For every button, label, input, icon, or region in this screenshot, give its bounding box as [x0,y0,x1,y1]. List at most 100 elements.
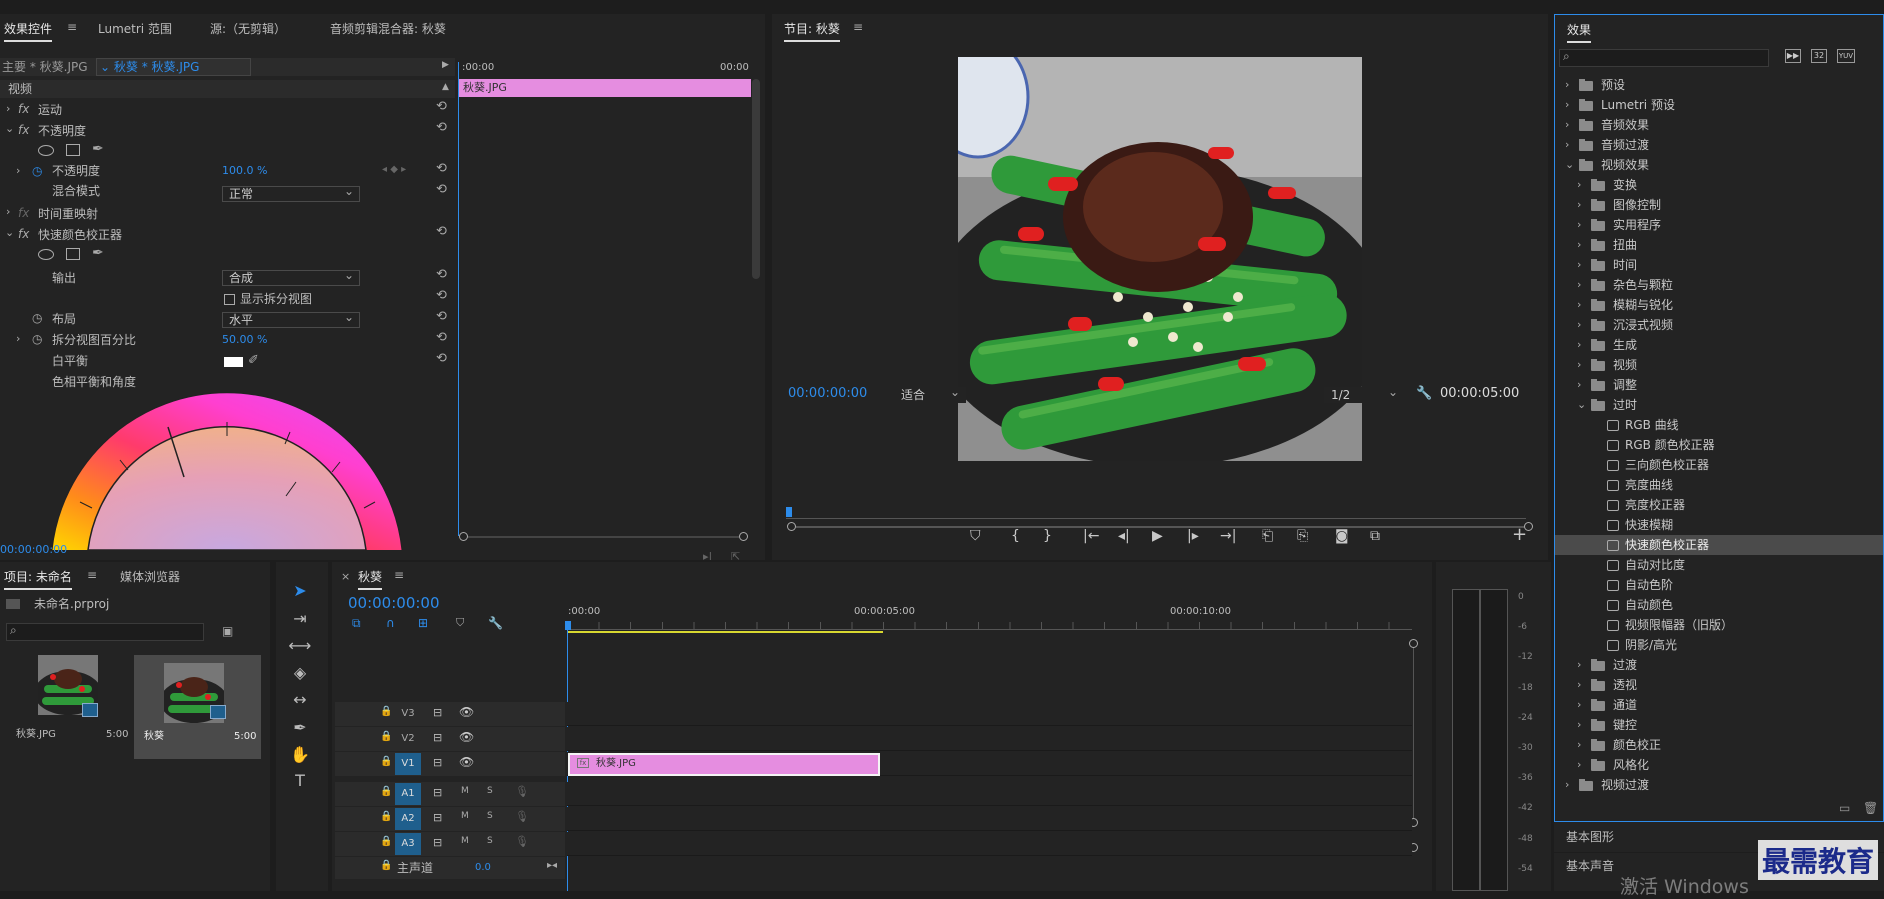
ec-clip-bar[interactable]: 秋葵.JPG [459,79,751,97]
effects-tree-item[interactable]: › 沉浸式视频 [1555,315,1883,335]
chevron-right-icon[interactable]: › [1577,378,1581,391]
effects-tree-item[interactable]: 快速颜色校正器 [1555,535,1883,555]
timeline-ruler[interactable] [567,622,1412,630]
sync-lock-icon[interactable]: ⊟ [433,756,442,769]
eye-icon[interactable]: 👁 [459,755,474,769]
ec-zoom-left-handle[interactable] [459,532,468,541]
effects-tree-item[interactable]: › 生成 [1555,335,1883,355]
tab-source[interactable]: 源:（无剪辑） [210,20,286,37]
add-marker-icon[interactable]: ⛉ [970,528,981,544]
play-icon[interactable]: ▶ [1152,528,1163,544]
go-to-in-icon[interactable]: |← [1083,528,1099,544]
chevron-right-icon[interactable]: › [1577,678,1581,691]
effects-tree-item[interactable]: 自动颜色 [1555,595,1883,615]
effects-tree-item[interactable]: RGB 颜色校正器 [1555,435,1883,455]
layout-stopwatch-icon[interactable]: ◷ [32,311,42,325]
mute-button[interactable]: M [461,836,469,846]
ec-scrollbar[interactable] [752,79,760,279]
ripple-edit-tool-icon[interactable]: ⟷ [288,635,312,657]
effects-tree-item[interactable]: › 扭曲 [1555,235,1883,255]
opacity-collapse-icon[interactable]: ⌄ [5,122,14,135]
pen-tool-icon[interactable]: ✒ [288,717,312,739]
chevron-right-icon[interactable]: › [1577,298,1581,311]
chevron-right-icon[interactable]: › [1577,238,1581,251]
fcc-ellipse-mask-icon[interactable] [38,249,54,260]
lock-icon[interactable]: 🔒 [380,731,392,742]
mark-out-icon[interactable]: } [1043,528,1052,544]
slip-tool-icon[interactable]: ↔ [288,689,312,711]
timeline-clip-v1[interactable]: fx 秋葵.JPG [568,753,880,776]
track-lane[interactable] [567,832,1412,856]
ellipse-mask-icon[interactable] [38,145,54,156]
program-ruler[interactable] [786,509,1526,519]
track-select-tool-icon[interactable]: ⇥ [288,608,312,630]
mic-icon[interactable]: 🎙 [515,810,529,823]
ec-export-icon[interactable]: ⇱ [731,550,740,560]
basic-sound-tab[interactable]: 基本声音 [1566,856,1614,876]
fcc-reset-icon[interactable]: ⟲ [436,224,447,239]
go-to-out-icon[interactable]: →| [1220,528,1236,544]
tab-program[interactable]: 节目: 秋葵 [784,20,840,42]
chevron-right-icon[interactable]: › [1577,178,1581,191]
timeline-v-scroll[interactable] [1413,648,1414,818]
opacity-stopwatch-icon[interactable]: ◷ [32,164,42,178]
effects-tree-item[interactable]: 快速模糊 [1555,515,1883,535]
step-forward-icon[interactable]: |▸ [1187,528,1199,544]
chevron-right-icon[interactable]: › [1577,718,1581,731]
time-remap-expand-icon[interactable]: › [6,205,10,218]
track-end-icon[interactable]: ▸◂ [547,860,557,871]
timeline-marker-icon[interactable]: ⛉ [456,616,464,630]
tab-lumetri-scopes[interactable]: Lumetri 范围 [98,20,172,37]
show-split-reset-icon[interactable]: ⟲ [436,288,447,303]
split-percent-value[interactable]: 50.00 % [222,330,267,350]
track-header-a2[interactable]: 🔒 A2 ⊟ M S 🎙 [335,807,565,831]
mic-icon[interactable]: 🎙 [515,785,529,798]
chevron-right-icon[interactable]: › [1577,738,1581,751]
effects-tree-item[interactable]: › 预设 [1555,75,1883,95]
split-stopwatch-icon[interactable]: ◷ [32,332,42,346]
tab-media-browser[interactable]: 媒体浏览器 [120,568,180,585]
track-lane[interactable] [567,727,1412,751]
program-playhead[interactable] [786,507,792,517]
yuv-effects-icon[interactable]: YUV [1837,49,1855,63]
play-only-arrow-icon[interactable]: ▶ [442,60,449,70]
effects-tree-item[interactable]: › 音频效果 [1555,115,1883,135]
effects-tree-item[interactable]: RGB 曲线 [1555,415,1883,435]
timeline-scroll-handle-top[interactable] [1409,639,1418,648]
effects-tree-item[interactable]: › 变换 [1555,175,1883,195]
effects-tree-item[interactable]: › 调整 [1555,375,1883,395]
master-track-value[interactable]: 0.0 [475,858,491,878]
solo-button[interactable]: S [487,786,493,796]
chevron-right-icon[interactable]: › [1577,358,1581,371]
track-lane[interactable] [567,807,1412,831]
lock-icon[interactable]: 🔒 [380,860,392,871]
project-menu-icon[interactable]: ≡ [87,568,97,582]
show-split-checkbox[interactable] [224,294,235,305]
resolution-select[interactable]: 1/2 [1324,385,1404,403]
split-reset-icon[interactable]: ⟲ [436,330,447,345]
sync-lock-icon[interactable]: ⊟ [433,731,442,744]
track-lane[interactable] [567,782,1412,806]
layout-reset-icon[interactable]: ⟲ [436,309,447,324]
timeline-timecode[interactable]: 00:00:00:00 [348,593,440,613]
effects-tree-item[interactable]: › 视频过渡 [1555,775,1883,795]
clip-label[interactable]: ⌄ 秋葵 * 秋葵.JPG [100,57,199,77]
track-target-label[interactable]: V1 [395,753,421,775]
track-target-label[interactable]: A3 [395,833,421,855]
tab-effects[interactable]: 效果 [1567,21,1592,43]
chevron-right-icon[interactable]: › [1565,98,1569,111]
master-track-header[interactable]: 🔒 主声道 0.0 ▸◂ [335,857,565,879]
keyframe-nav-icon[interactable]: ◂ ◆ ▸ [382,164,406,175]
fcc-rect-mask-icon[interactable] [66,248,80,260]
sync-lock-icon[interactable]: ⊟ [433,706,442,719]
layout-select[interactable]: 水平 [222,310,360,328]
snap-icon[interactable]: ∩ [386,616,395,630]
ec-zoom-right-handle[interactable] [739,532,748,541]
timeline-playhead-head[interactable] [565,621,571,630]
mute-button[interactable]: M [461,786,469,796]
pen-mask-icon[interactable]: ✒ [92,141,104,157]
eye-icon[interactable]: 👁 [459,705,474,719]
effects-tree-item[interactable]: 三向颜色校正器 [1555,455,1883,475]
chevron-right-icon[interactable]: › [1565,778,1569,791]
program-timecode[interactable]: 00:00:00:00 [788,384,867,404]
